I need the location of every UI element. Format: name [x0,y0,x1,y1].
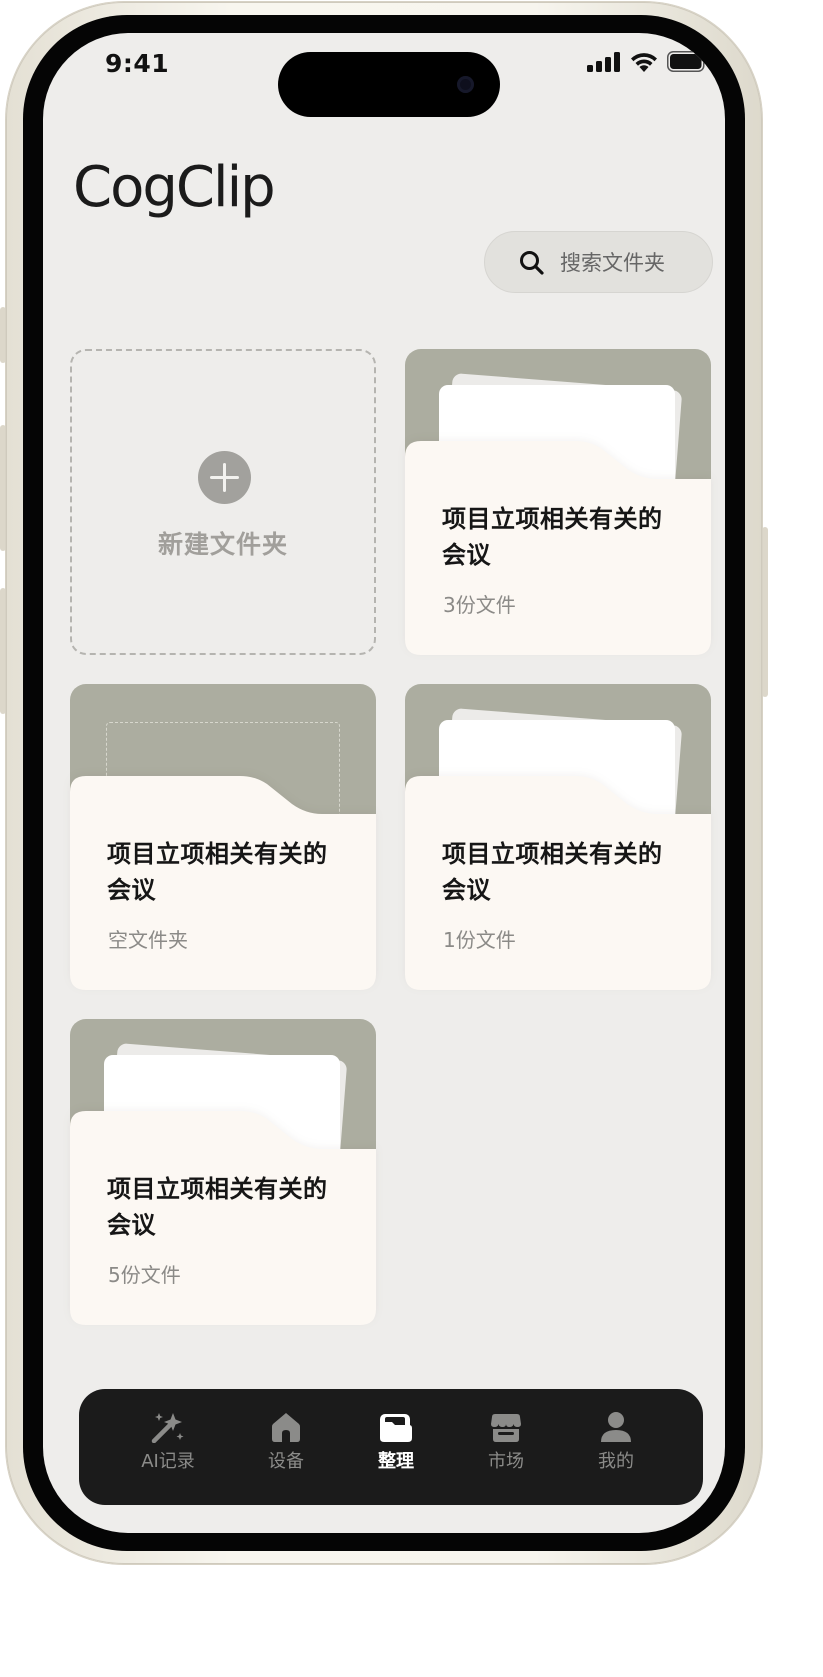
tab-label: 市场 [488,1451,524,1472]
folder-card[interactable]: 项目立项相关有关的会议 5份文件 [70,1019,376,1325]
tab-bar: AI记录 设备 整理 市场 我的 [79,1389,703,1505]
folder-card[interactable]: 项目立项相关有关的会议 空文件夹 [70,684,376,990]
folder-file-count: 1份文件 [443,928,516,952]
folder-title: 项目立项相关有关的会议 [442,505,663,569]
folder-title: 项目立项相关有关的会议 [442,840,663,904]
tab-organize[interactable]: 整理 [341,1409,451,1473]
camera-icon [457,76,474,93]
new-folder-label: 新建文件夹 [157,530,288,559]
folder-file-count: 空文件夹 [108,928,188,952]
phone-frame: 9:41 CogClip 搜索文件夹 新建文件夹 项目立项相关有关的会议 3份文… [6,2,762,1564]
cellular-signal-icon [587,51,620,72]
ai-sparkle-icon [151,1413,184,1443]
folder-file-count: 3份文件 [443,593,516,617]
power-button [762,527,768,697]
tab-ai-record[interactable]: AI记录 [113,1409,223,1473]
tab-label: 设备 [268,1451,304,1472]
status-time: 9:41 [105,49,170,78]
tab-label: AI记录 [141,1451,195,1472]
home-icon [272,1413,300,1442]
tab-label: 我的 [598,1451,634,1472]
tab-device[interactable]: 设备 [231,1409,341,1473]
status-icons [587,51,709,72]
tab-profile[interactable]: 我的 [561,1409,671,1473]
store-icon [491,1414,521,1442]
search-icon [520,250,544,275]
dynamic-island [278,52,500,117]
folder-file-count: 5份文件 [108,1263,181,1287]
search-placeholder: 搜索文件夹 [560,251,665,275]
tab-market[interactable]: 市场 [451,1409,561,1473]
battery-icon [667,51,708,72]
folder-title: 项目立项相关有关的会议 [107,1175,328,1239]
new-folder-button[interactable]: 新建文件夹 [70,349,376,655]
folder-title: 项目立项相关有关的会议 [107,840,328,904]
user-icon [601,1412,631,1442]
folder-icon [380,1414,412,1442]
folder-card[interactable]: 项目立项相关有关的会议 1份文件 [405,684,711,990]
wifi-icon [631,53,657,72]
app-logo: CogClip [73,155,276,220]
tab-label: 整理 [378,1451,414,1472]
plus-circle-icon [198,451,251,504]
folder-card[interactable]: 项目立项相关有关的会议 3份文件 [405,349,711,655]
search-input[interactable]: 搜索文件夹 [484,231,713,293]
app-screen: 9:41 CogClip 搜索文件夹 新建文件夹 项目立项相关有关的会议 3份文… [43,33,725,1533]
